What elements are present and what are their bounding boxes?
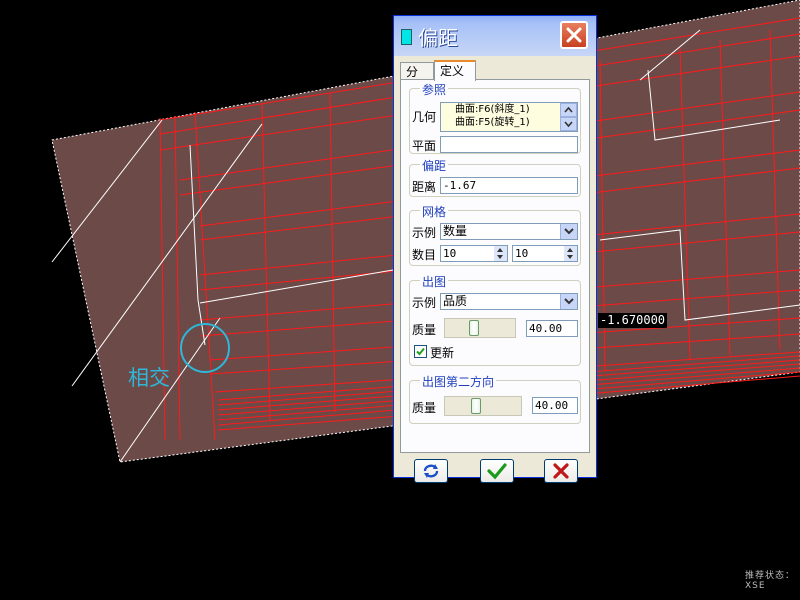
plot-quality-input[interactable]: 40.00 [526, 320, 578, 337]
tab-definition[interactable]: 定义 [434, 60, 476, 81]
plot-sample-dropdown-button[interactable] [560, 294, 577, 309]
mesh-sample-label: 示例 [412, 226, 437, 240]
plot-second-quality-input[interactable]: 40.00 [532, 397, 578, 414]
refresh-button[interactable] [414, 459, 448, 483]
tab-analysis[interactable]: 分析 [400, 62, 434, 97]
plot-second-quality-label: 质量 [412, 401, 437, 415]
plane-field[interactable] [440, 136, 578, 153]
mesh-group: 网格 示例 数量 数目 10 10 [409, 203, 581, 266]
reference-group: 参照 几何 曲面:F6(斜度_1) 曲面:F5(旋转_1) 平面 [409, 81, 581, 154]
mesh-count-2-value: 10 [515, 247, 529, 260]
chevron-down-icon [564, 228, 574, 235]
chevron-up-icon [564, 106, 573, 113]
update-label: 更新 [430, 346, 455, 360]
dialog-app-icon [401, 29, 412, 45]
mesh-count-1-value: 10 [443, 247, 457, 260]
definition-panel: 参照 几何 曲面:F6(斜度_1) 曲面:F5(旋转_1) 平面 偏距 距离 -… [400, 79, 590, 453]
distance-label: 距离 [412, 180, 437, 194]
mesh-count-2-input[interactable]: 10 [512, 245, 578, 262]
mesh-sample-dropdown-button[interactable] [560, 224, 577, 239]
geometry-list[interactable]: 曲面:F6(斜度_1) 曲面:F5(旋转_1) [440, 102, 578, 132]
chevron-down-icon [564, 298, 574, 305]
close-button[interactable] [560, 21, 588, 49]
dialog-titlebar[interactable]: 偏距 [394, 16, 596, 56]
dialog-title: 偏距 [418, 26, 458, 50]
x-icon [553, 463, 569, 479]
intersection-annotation-label: 相交 [128, 366, 170, 390]
plot-second-group-label: 出图第二方向 [420, 373, 497, 390]
checkmark-icon [416, 347, 425, 356]
chevron-down-icon [564, 121, 573, 128]
scroll-up-button[interactable] [560, 103, 577, 117]
update-checkbox[interactable] [414, 345, 427, 358]
plot-second-quality-slider-thumb[interactable] [471, 398, 481, 414]
reference-group-label: 参照 [420, 81, 449, 98]
geometry-label: 几何 [412, 110, 437, 124]
plot-quality-slider[interactable] [444, 318, 516, 338]
mesh-group-label: 网格 [420, 203, 449, 220]
plane-label: 平面 [412, 139, 437, 153]
mesh-sample-value: 数量 [443, 224, 468, 238]
plot-second-quality-slider[interactable] [444, 396, 522, 416]
mesh-count-1-input[interactable]: 10 [440, 245, 508, 262]
cancel-button[interactable] [544, 459, 578, 483]
dialog-body: 分析 定义 参照 几何 曲面:F6(斜度_1) 曲面:F5(旋转_1) [398, 58, 592, 483]
geometry-list-scrollbar[interactable] [546, 103, 577, 131]
ok-button[interactable] [480, 459, 514, 483]
plot-sample-label: 示例 [412, 296, 437, 310]
plot-sample-select[interactable]: 品质 [440, 293, 578, 310]
mesh-count-2-spinner[interactable] [564, 246, 577, 261]
plot-group-label: 出图 [420, 273, 449, 290]
mesh-count-label: 数目 [412, 248, 437, 262]
offset-group: 偏距 距离 -1.67 [409, 157, 581, 197]
plot-quality-label: 质量 [412, 323, 437, 337]
scroll-down-button[interactable] [560, 117, 577, 131]
offset-value-tag: -1.670000 [598, 313, 668, 328]
offset-group-label: 偏距 [420, 157, 449, 174]
spin-down-icon[interactable] [497, 255, 503, 259]
offset-dialog: 偏距 分析 定义 参照 几何 曲面:F6(斜度_1) 曲面:F5(旋转_1) [393, 15, 597, 483]
plot-sample-value: 品质 [443, 294, 468, 308]
status-text: 推荐状态：XSE [745, 571, 796, 591]
mesh-sample-select[interactable]: 数量 [440, 223, 578, 240]
mesh-count-1-spinner[interactable] [494, 246, 507, 261]
check-icon [487, 463, 507, 480]
refresh-icon [423, 464, 439, 478]
spin-up-icon[interactable] [567, 248, 573, 252]
distance-input[interactable]: -1.67 [440, 177, 578, 194]
plot-second-direction-group: 出图第二方向 质量 40.00 [409, 373, 581, 424]
spin-up-icon[interactable] [497, 248, 503, 252]
close-icon [566, 27, 582, 43]
plot-group: 出图 示例 品质 质量 40.00 更新 [409, 273, 581, 366]
spin-down-icon[interactable] [567, 255, 573, 259]
plot-quality-slider-thumb[interactable] [469, 320, 479, 336]
